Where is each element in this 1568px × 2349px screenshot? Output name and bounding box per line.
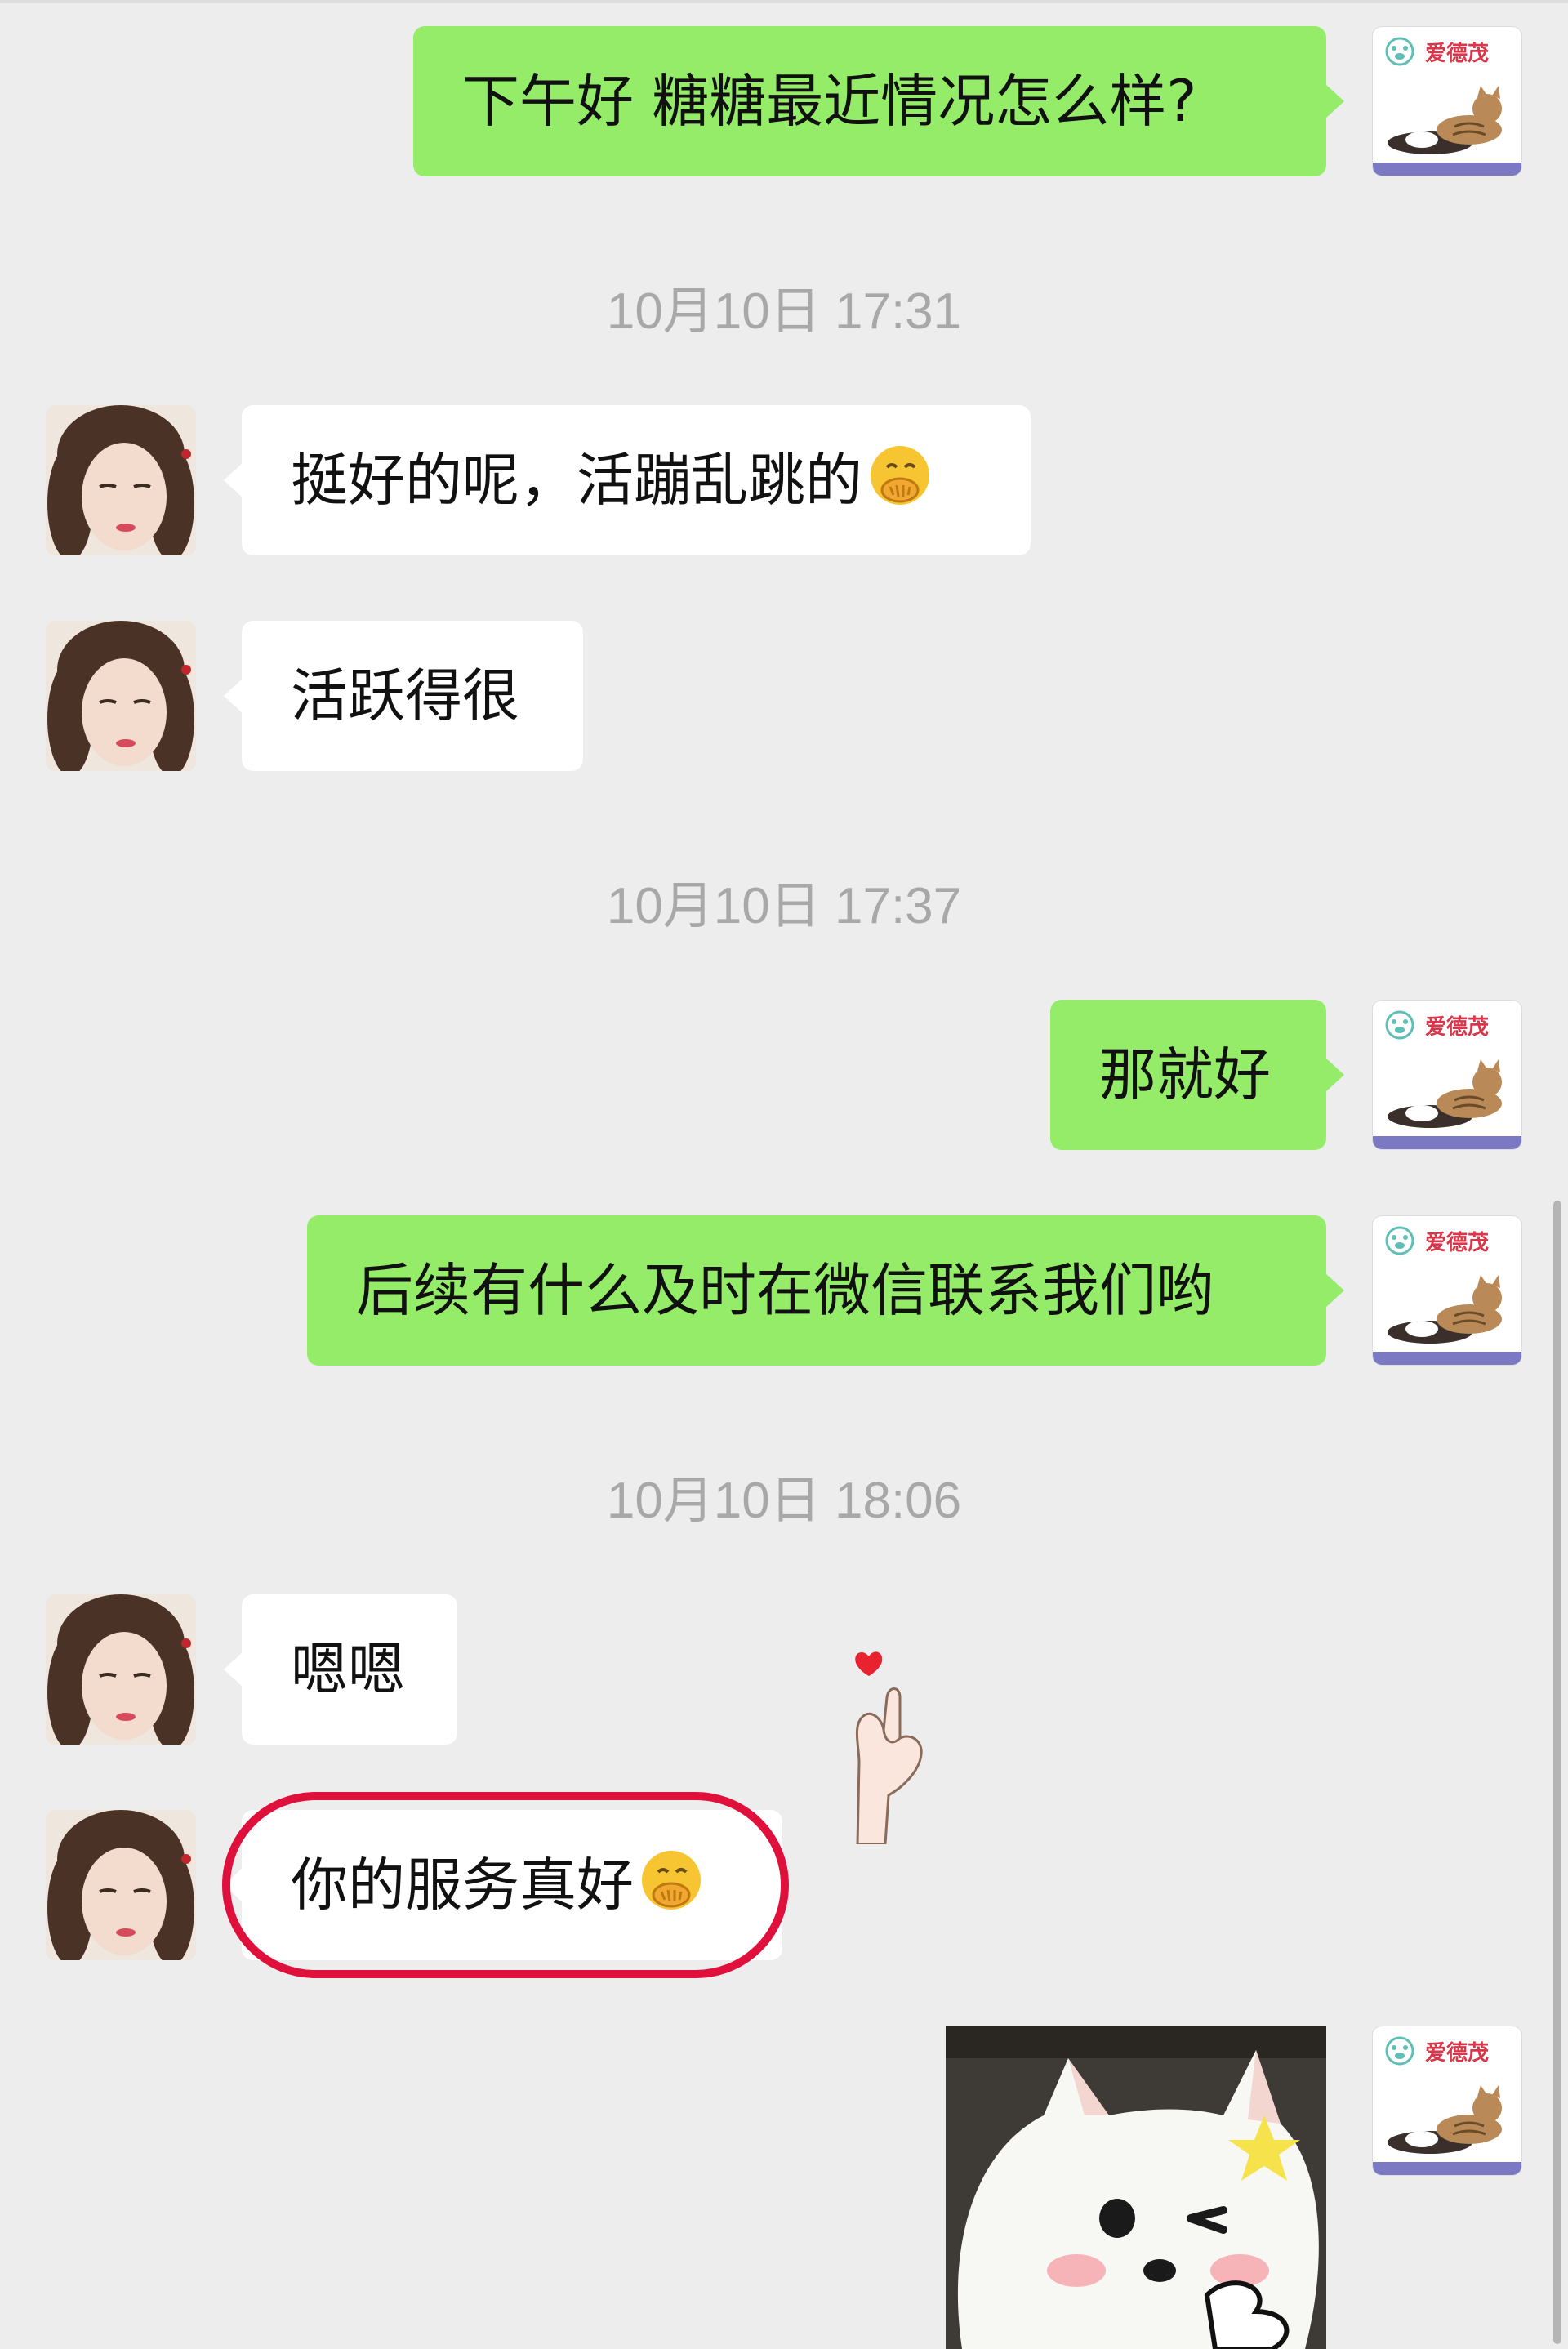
user-avatar[interactable] [46,405,196,555]
message-text: 后续有什么及时在微信联系我们哟 [356,1257,1214,1324]
user-photo-icon [46,405,196,555]
shop-brand-text: 爱德茂 [1425,1231,1490,1255]
shop-avatar[interactable]: 爱德茂 [1372,2026,1522,2176]
chat-window: 下午好 糖糖最近情况怎么样? 爱德茂 10月10日 17:31 挺好的呢，活蹦乱… [0,0,1568,2349]
user-photo-icon [46,621,196,771]
user-avatar[interactable] [46,621,196,771]
shop-brand-text: 爱德茂 [1425,1015,1490,1040]
shop-logo: 爱德茂 [1381,1007,1513,1048]
message-text: 嗯嗯 [291,1636,405,1703]
message-text: 活跃得很 [291,662,519,729]
message-bubble[interactable]: 下午好 糖糖最近情况怎么样? [413,26,1344,176]
message-row-received: 活跃得很 [0,621,1568,771]
shop-logo: 爱德茂 [1381,33,1513,74]
timestamp: 10月10日 18:06 [606,1473,962,1529]
timestamp: 10月10日 17:37 [606,878,962,934]
shop-brand-text: 爱德茂 [1425,42,1490,66]
scrollbar[interactable] [1553,1201,1561,2344]
message-text: 挺好的呢，活蹦乱跳的 [291,447,862,514]
cat-dog-icon [1388,2085,1502,2154]
shop-avatar-stripe [1373,1352,1521,1365]
cat-dog-icon [1388,1275,1502,1344]
puppy-sticker[interactable] [946,2026,1326,2349]
message-row-sent: 后续有什么及时在微信联系我们哟 爱德茂 [0,1215,1568,1366]
white-puppy-wink-sticker-icon [946,2026,1326,2349]
shop-brand-text: 爱德茂 [1425,2041,1490,2066]
message-bubble[interactable]: 那就好 [1050,1000,1344,1150]
paw-logo-icon [1385,1226,1414,1255]
shop-logo: 爱德茂 [1381,1223,1513,1264]
timestamp: 10月10日 17:31 [606,283,962,340]
shop-avatar-stripe [1373,163,1521,176]
highlight-ring [222,1792,789,1978]
message-row-received: 挺好的呢，活蹦乱跳的 [0,405,1568,555]
message-text: 那就好 [1099,1041,1271,1108]
paw-logo-icon [1385,2036,1414,2066]
shop-logo: 爱德茂 [1381,2033,1513,2074]
top-divider [0,0,1568,3]
cat-dog-icon [1388,1059,1502,1128]
paw-logo-icon [1385,1010,1414,1040]
message-row-sent: 爱德茂 [0,2026,1568,2349]
message-row-received: 你的服务真好 [0,1792,1568,1978]
cat-dog-icon [1388,86,1502,154]
user-photo-icon [46,1594,196,1745]
user-photo-icon [46,1810,196,1960]
message-bubble[interactable]: 活跃得很 [224,621,583,771]
message-bubble[interactable]: 后续有什么及时在微信联系我们哟 [307,1215,1344,1366]
user-avatar[interactable] [46,1810,196,1960]
message-bubble[interactable]: 挺好的呢，活蹦乱跳的 [224,405,1031,555]
shop-avatar-stripe [1373,1136,1521,1149]
message-row-sent: 那就好 爱德茂 [0,1000,1568,1150]
message-row-sent: 下午好 糖糖最近情况怎么样? 爱德茂 [0,26,1568,176]
message-text: 下午好 糖糖最近情况怎么样? [462,68,1197,135]
shop-avatar[interactable]: 爱德茂 [1372,1215,1522,1366]
shop-avatar-stripe [1373,2162,1521,2175]
shop-avatar[interactable]: 爱德茂 [1372,26,1522,176]
message-bubble[interactable]: 嗯嗯 [224,1594,457,1745]
hand-over-mouth-emoji-icon [871,446,929,505]
paw-logo-icon [1385,37,1414,66]
shop-avatar[interactable]: 爱德茂 [1372,1000,1522,1150]
message-row-received: 嗯嗯 [0,1594,1568,1745]
user-avatar[interactable] [46,1594,196,1745]
